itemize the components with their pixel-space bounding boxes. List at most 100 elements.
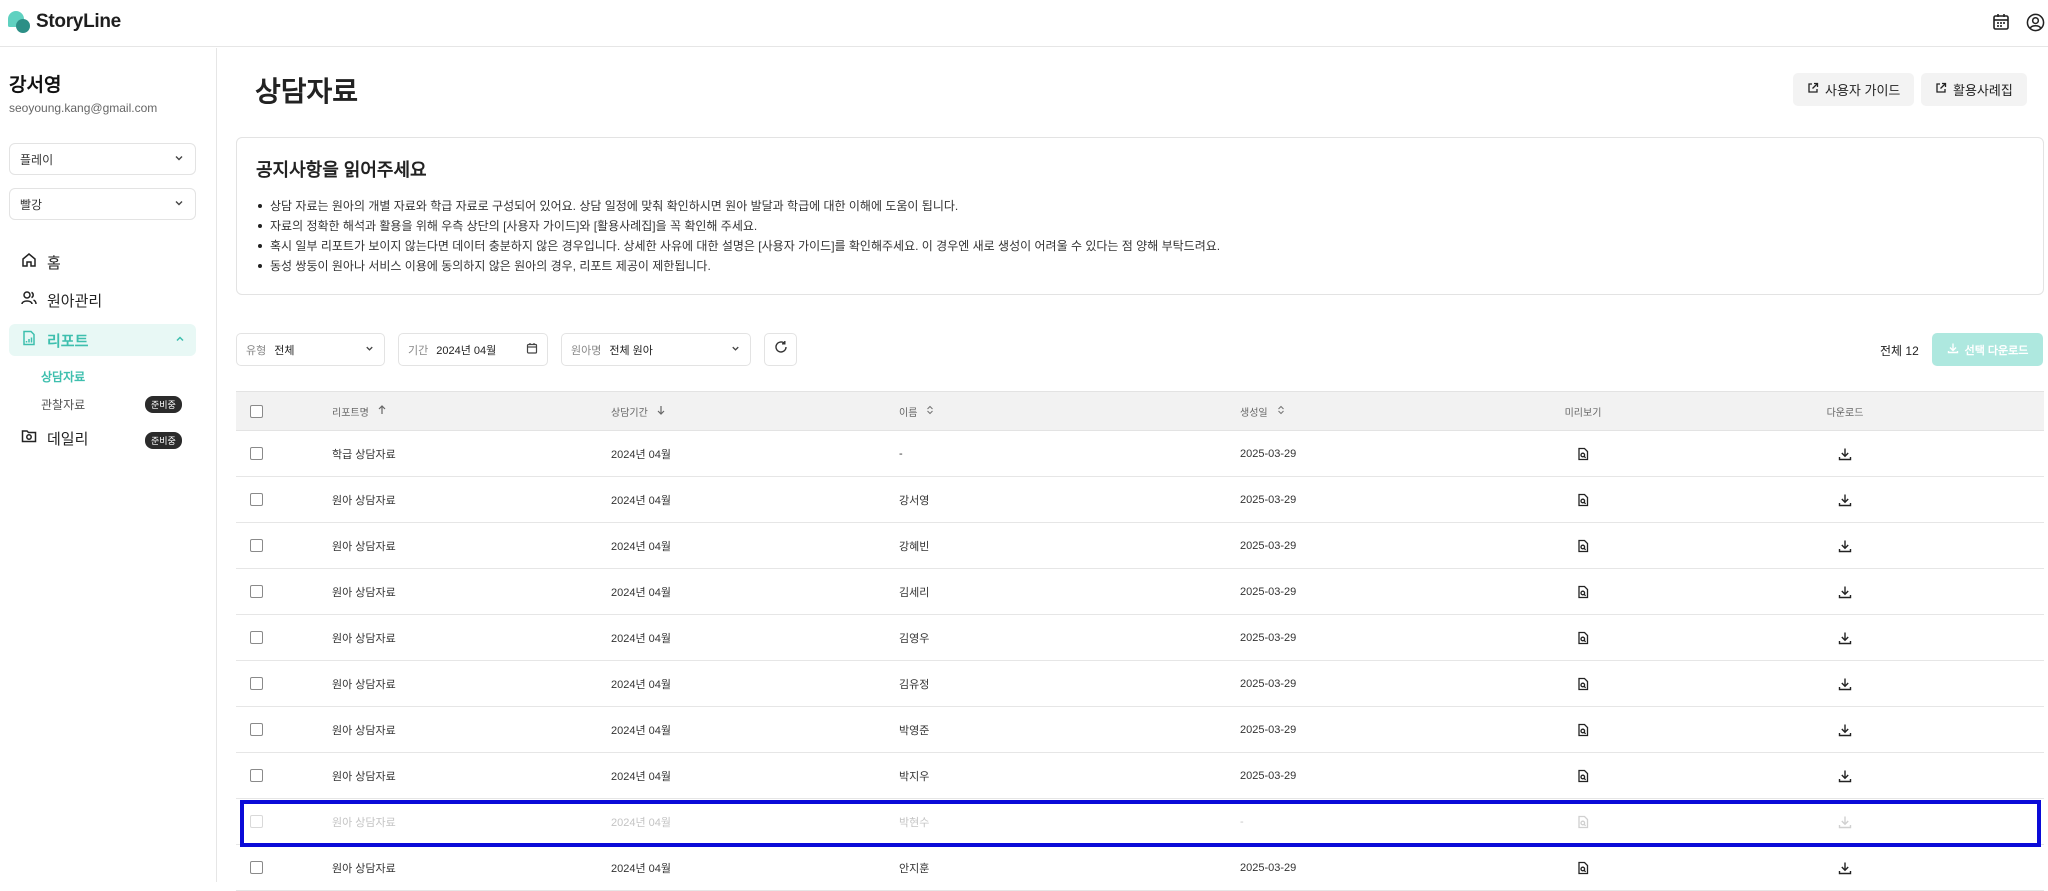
sidebar-subitem-counseling[interactable]: 상담자료 [41, 368, 85, 385]
child-filter-select[interactable]: 원아명 전체 원아 [561, 333, 751, 366]
table-header: 리포트명 상담기간 이름 생성일 미리보기 다운로드 [236, 391, 2044, 431]
download-icon[interactable] [1810, 477, 1880, 522]
period-filter-value: 2024년 04월 [436, 344, 497, 357]
table-row[interactable]: 원아 상담자료 2024년 04월 강서영 2025-03-29 [236, 477, 2044, 523]
user-circle-icon[interactable] [2024, 11, 2046, 33]
app-name: StoryLine [36, 11, 121, 32]
sidebar-item-label: 리포트 [47, 332, 89, 350]
download-icon [1810, 799, 1880, 844]
row-created-date: 2025-03-29 [1240, 769, 1297, 782]
preview-icon[interactable] [1548, 753, 1618, 798]
user-guide-button[interactable]: 사용자 가이드 [1793, 73, 1915, 106]
header-name[interactable]: 이름 [899, 392, 935, 430]
download-selected-button[interactable]: 선택 다운로드 [1932, 333, 2043, 366]
download-icon[interactable] [1810, 569, 1880, 614]
row-child-name: 박지우 [899, 770, 930, 783]
row-checkbox[interactable] [250, 431, 263, 476]
row-checkbox[interactable] [250, 753, 263, 798]
table-row[interactable]: 원아 상담자료 2024년 04월 김세리 2025-03-29 [236, 569, 2044, 615]
calendar-icon [526, 342, 538, 357]
row-child-name: 강서영 [899, 494, 930, 507]
preview-icon[interactable] [1548, 707, 1618, 752]
row-report-name: 원아 상담자료 [332, 724, 396, 737]
table-row[interactable]: 원아 상담자료 2024년 04월 안지훈 2025-03-29 [236, 845, 2044, 891]
select-all-checkbox[interactable] [250, 392, 263, 430]
table-row[interactable]: 원아 상담자료 2024년 04월 김영우 2025-03-29 [236, 615, 2044, 661]
download-icon[interactable] [1810, 753, 1880, 798]
header-created[interactable]: 생성일 [1240, 392, 1286, 430]
notice-item: 자료의 정확한 해석과 활용을 위해 우측 상단의 [사용자 가이드]와 [활용… [256, 216, 1220, 236]
home-icon [21, 252, 37, 272]
download-icon[interactable] [1810, 845, 1880, 890]
report-table: 리포트명 상담기간 이름 생성일 미리보기 다운로드 학급 상담자료 2024년 … [236, 391, 2044, 891]
download-icon[interactable] [1810, 431, 1880, 476]
period-filter[interactable]: 기간 2024년 04월 [398, 333, 548, 366]
download-icon [1947, 342, 1959, 357]
row-checkbox[interactable] [250, 707, 263, 752]
chevron-down-icon [730, 343, 741, 357]
row-period: 2024년 04월 [611, 816, 672, 829]
sort-icon [925, 405, 935, 418]
row-period: 2024년 04월 [611, 724, 672, 737]
row-checkbox[interactable] [250, 661, 263, 706]
type-filter-label: 유형 [246, 344, 267, 357]
sidebar-subitem-observation[interactable]: 관찰자료 [41, 396, 85, 413]
header-preview: 미리보기 [1564, 407, 1602, 419]
download-icon[interactable] [1810, 661, 1880, 706]
user-guide-label: 사용자 가이드 [1825, 83, 1901, 98]
row-period: 2024년 04월 [611, 862, 672, 875]
type-filter-select[interactable]: 유형 전체 [236, 333, 385, 366]
users-icon [21, 290, 37, 310]
table-row[interactable]: 원아 상담자료 2024년 04월 박현수 - [236, 799, 2044, 845]
class-select-2[interactable]: 빨강 [9, 188, 196, 220]
header-period-label: 상담기간 [611, 407, 648, 419]
header-download: 다운로드 [1826, 407, 1864, 419]
row-checkbox[interactable] [250, 615, 263, 660]
table-row[interactable]: 원아 상담자료 2024년 04월 박영준 2025-03-29 [236, 707, 2044, 753]
row-checkbox[interactable] [250, 477, 263, 522]
row-checkbox[interactable] [250, 569, 263, 614]
sidebar-item-label: 홈 [47, 254, 61, 272]
sidebar-item-report[interactable]: 리포트 [9, 324, 196, 356]
child-filter-value: 전체 원아 [609, 344, 653, 357]
notice-item: 상담 자료는 원아의 개별 자료와 학급 자료로 구성되어 있어요. 상담 일정… [256, 196, 1220, 216]
row-checkbox[interactable] [250, 845, 263, 890]
preview-icon[interactable] [1548, 523, 1618, 568]
table-row[interactable]: 원아 상담자료 2024년 04월 김유정 2025-03-29 [236, 661, 2044, 707]
calendar-icon[interactable] [1990, 11, 2012, 33]
use-cases-button[interactable]: 활용사례집 [1921, 73, 2027, 106]
header-report[interactable]: 리포트명 [332, 392, 387, 430]
sort-down-icon [656, 405, 666, 418]
sidebar-item-child-management[interactable]: 원아관리 [9, 284, 196, 316]
table-row[interactable]: 원아 상담자료 2024년 04월 박지우 2025-03-29 [236, 753, 2044, 799]
preview-icon[interactable] [1548, 661, 1618, 706]
class-select-1[interactable]: 플레이 [9, 143, 196, 175]
preview-icon[interactable] [1548, 845, 1618, 890]
preview-icon[interactable] [1548, 431, 1618, 476]
row-period: 2024년 04월 [611, 586, 672, 599]
table-row[interactable]: 학급 상담자료 2024년 04월 - 2025-03-29 [236, 431, 2044, 477]
table-row[interactable]: 원아 상담자료 2024년 04월 강혜빈 2025-03-29 [236, 523, 2044, 569]
preview-icon[interactable] [1548, 615, 1618, 660]
external-link-icon [1935, 82, 1947, 97]
notice-list: 상담 자료는 원아의 개별 자료와 학급 자료로 구성되어 있어요. 상담 일정… [256, 196, 1220, 276]
preview-icon[interactable] [1548, 569, 1618, 614]
refresh-button[interactable] [764, 333, 797, 366]
download-icon[interactable] [1810, 707, 1880, 752]
row-report-name: 원아 상담자료 [332, 678, 396, 691]
row-child-name: 김유정 [899, 678, 930, 691]
preparing-badge: 준비중 [145, 396, 182, 413]
row-period: 2024년 04월 [611, 632, 672, 645]
header-period[interactable]: 상담기간 [611, 392, 666, 430]
download-icon[interactable] [1810, 523, 1880, 568]
sidebar-item-home[interactable]: 홈 [9, 246, 196, 278]
row-created-date: 2025-03-29 [1240, 723, 1297, 736]
row-report-name: 원아 상담자료 [332, 770, 396, 783]
app-logo[interactable]: StoryLine [8, 11, 121, 33]
row-checkbox[interactable] [250, 523, 263, 568]
notice-title: 공지사항을 읽어주세요 [256, 160, 427, 180]
row-checkbox[interactable] [250, 799, 263, 844]
table-body: 학급 상담자료 2024년 04월 - 2025-03-29 원아 상담자료 2024년 … [236, 431, 2044, 891]
preview-icon[interactable] [1548, 477, 1618, 522]
download-icon[interactable] [1810, 615, 1880, 660]
